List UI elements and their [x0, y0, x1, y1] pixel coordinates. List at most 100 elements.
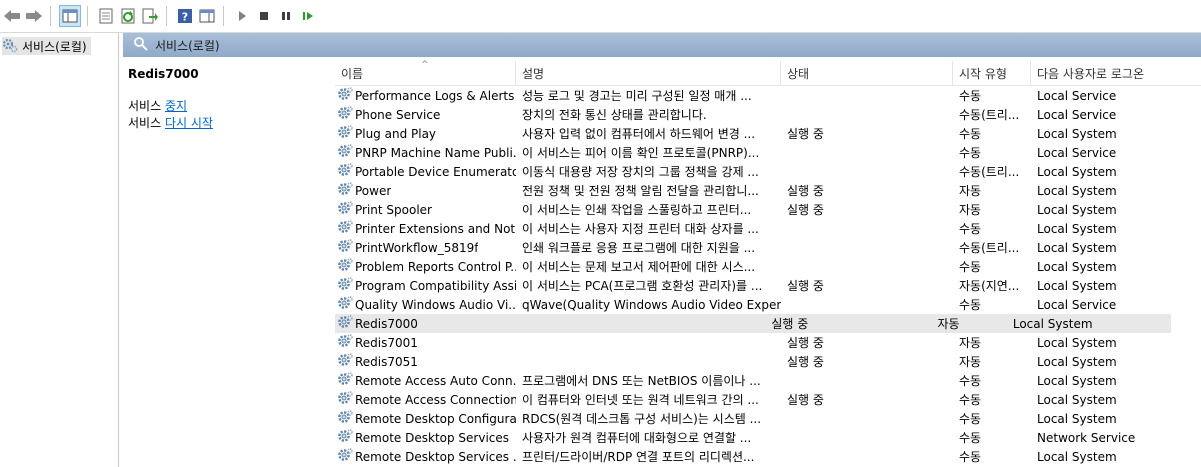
- service-logon-cell: Network Service: [1037, 430, 1136, 445]
- service-gear-icon: [337, 409, 353, 428]
- svg-text:?: ?: [182, 11, 188, 24]
- service-name: Printer Extensions and Noti...: [355, 221, 516, 236]
- table-row[interactable]: Remote Desktop Services 사용자가 원격 컴퓨터에 대화형으…: [335, 428, 1201, 447]
- service-gear-icon: [337, 200, 353, 219]
- col-startup[interactable]: 시작 유형: [953, 61, 1031, 85]
- table-row[interactable]: Redis7001 실행 중 자동 Local System: [335, 333, 1201, 352]
- service-gear-icon: [337, 238, 353, 257]
- service-name-cell: Plug and Play: [335, 124, 516, 143]
- service-name: Portable Device Enumerato...: [355, 164, 516, 179]
- service-name: Redis7051: [355, 354, 418, 369]
- service-name-cell: Print Spooler: [335, 200, 516, 219]
- service-name: Redis7000: [355, 316, 418, 331]
- toolbar-separator: [223, 6, 224, 26]
- panel-header: 서비스(로컬): [123, 33, 1201, 57]
- service-gear-icon: [337, 352, 353, 371]
- forward-icon[interactable]: [24, 6, 44, 26]
- tree-item-label: 서비스(로컬): [22, 39, 87, 54]
- col-logon[interactable]: 다음 사용자로 로그온: [1031, 61, 1201, 85]
- service-description-cell: 프로그램에서 DNS 또는 NetBIOS 이름이나 ...: [522, 374, 761, 388]
- table-row[interactable]: Redis7000 실행 중 자동 Local System: [335, 314, 1171, 333]
- service-gear-icon: [337, 143, 353, 162]
- table-row[interactable]: Problem Reports Control P... 이 서비스는 문제 보고…: [335, 257, 1201, 276]
- stop-prefix: 서비스: [128, 99, 165, 113]
- col-desc-label: 설명: [522, 66, 545, 81]
- service-name: Problem Reports Control P...: [355, 259, 516, 274]
- export-icon[interactable]: [140, 6, 160, 26]
- table-row[interactable]: Printer Extensions and Noti... 이 서비스는 사용자…: [335, 219, 1201, 238]
- help-icon[interactable]: ?: [175, 6, 195, 26]
- refresh-icon[interactable]: [118, 6, 138, 26]
- table-row[interactable]: Performance Logs & Alerts 성능 로그 및 경고는 미리 …: [335, 86, 1201, 105]
- service-logon-cell: Local System: [1037, 449, 1117, 464]
- table-row[interactable]: Phone Service 장치의 전화 통신 상태를 관리합니다. 수동(트리..…: [335, 105, 1201, 124]
- col-desc[interactable]: 설명: [516, 61, 781, 85]
- restart-service-link[interactable]: 다시 시작: [165, 116, 213, 130]
- table-row[interactable]: Remote Access Connection... 이 컴퓨터와 인터넷 또는…: [335, 390, 1201, 409]
- service-logon-cell: Local System: [1037, 259, 1117, 274]
- service-description-cell: 이 서비스는 피어 이름 확인 프로토콜(PNRP)...: [522, 146, 760, 160]
- service-logon-cell: Local System: [1037, 221, 1117, 236]
- service-gear-icon: [337, 390, 353, 409]
- service-name: Remote Desktop Services ...: [355, 449, 516, 464]
- service-startup-cell: 수동: [959, 127, 982, 141]
- service-status-cell: 실행 중: [787, 184, 824, 198]
- service-description-cell: 전원 정책 및 전원 정책 알림 전달을 관리합니...: [522, 184, 759, 198]
- table-row[interactable]: Plug and Play 사용자 입력 없이 컴퓨터에서 하드웨어 변경 ...…: [335, 124, 1201, 143]
- tree-item-services-local[interactable]: 서비스(로컬): [2, 37, 91, 55]
- table-row[interactable]: Program Compatibility Assi... 이 서비스는 PCA(…: [335, 276, 1201, 295]
- service-description-cell: 이 서비스는 PCA(프로그램 호환성 관리자)를 ...: [522, 279, 763, 293]
- service-name: Quality Windows Audio Vi...: [355, 297, 516, 312]
- col-status[interactable]: 상태: [781, 61, 953, 85]
- service-name-cell: Problem Reports Control P...: [335, 257, 516, 276]
- stop-service-link[interactable]: 중지: [165, 99, 187, 113]
- service-description-cell: 사용자 입력 없이 컴퓨터에서 하드웨어 변경 ...: [522, 127, 756, 141]
- service-status-cell: 실행 중: [787, 127, 824, 141]
- service-name-cell: Remote Desktop Services: [335, 428, 516, 447]
- service-description-cell: 이동식 대용량 저장 장치의 그룹 정책을 강제 ...: [522, 165, 759, 179]
- table-row[interactable]: PNRP Machine Name Publi... 이 서비스는 피어 이름 확…: [335, 143, 1201, 162]
- table-row[interactable]: Remote Desktop Services ... 프린터/드라이버/RDP …: [335, 447, 1201, 466]
- service-gear-icon: [337, 86, 353, 105]
- properties-icon[interactable]: [96, 6, 116, 26]
- service-name-cell: Performance Logs & Alerts: [335, 86, 516, 105]
- service-status-cell: 실행 중: [771, 317, 809, 331]
- show-tree-icon[interactable]: [59, 5, 81, 27]
- services-list: 이름 ^ 설명 상태 시작 유형 다음 사용자로 로그온 Performance…: [335, 57, 1201, 467]
- service-startup-cell: 수동(트리...: [959, 241, 1020, 255]
- stop-icon[interactable]: [254, 6, 274, 26]
- service-logon-cell: Local Service: [1037, 145, 1117, 160]
- service-gear-icon: [337, 257, 353, 276]
- service-description: Redis7000 서비스 중지 서비스 다시 시작: [128, 63, 318, 131]
- action-pane-icon[interactable]: [197, 6, 217, 26]
- col-name[interactable]: 이름 ^: [335, 60, 516, 85]
- service-name: Program Compatibility Assi...: [355, 278, 516, 293]
- service-logon-cell: Local System: [1037, 183, 1117, 198]
- service-name: Performance Logs & Alerts: [355, 88, 515, 103]
- service-gear-icon: [337, 219, 353, 238]
- restart-prefix: 서비스: [128, 116, 165, 130]
- service-logon-cell: Local System: [1037, 278, 1117, 293]
- restart-icon[interactable]: [298, 6, 318, 26]
- pause-icon[interactable]: [276, 6, 296, 26]
- back-icon[interactable]: [2, 6, 22, 26]
- table-row[interactable]: Redis7051 실행 중 자동 Local System: [335, 352, 1201, 371]
- service-startup-cell: 수동: [959, 146, 982, 160]
- table-row[interactable]: PrintWorkflow_5819f 인쇄 워크플로 응용 프로그램에 대한 지…: [335, 238, 1201, 257]
- service-description-cell: RDCS(원격 데스크톱 구성 서비스)는 시스템 ...: [522, 412, 762, 426]
- service-status-cell: 실행 중: [787, 355, 824, 369]
- service-gear-icon: [337, 447, 353, 466]
- start-icon[interactable]: [232, 6, 252, 26]
- service-logon-cell: Local System: [1037, 240, 1117, 255]
- table-row[interactable]: Portable Device Enumerato... 이동식 대용량 저장 장…: [335, 162, 1201, 181]
- service-gear-icon: [337, 333, 353, 352]
- service-status-cell: 실행 중: [787, 203, 824, 217]
- table-row[interactable]: Remote Access Auto Conn... 프로그램에서 DNS 또는 …: [335, 371, 1201, 390]
- service-gear-icon: [337, 276, 353, 295]
- service-gear-icon: [337, 181, 353, 200]
- table-row[interactable]: Quality Windows Audio Vi... qWave(Quality…: [335, 295, 1201, 314]
- table-row[interactable]: Power 전원 정책 및 전원 정책 알림 전달을 관리합니... 실행 중 자동 L…: [335, 181, 1201, 200]
- service-name: Redis7001: [355, 335, 418, 350]
- table-row[interactable]: Print Spooler 이 서비스는 인쇄 작업을 스풀링하고 프린터... 실…: [335, 200, 1201, 219]
- table-row[interactable]: Remote Desktop Configura... RDCS(원격 데스크톱 …: [335, 409, 1201, 428]
